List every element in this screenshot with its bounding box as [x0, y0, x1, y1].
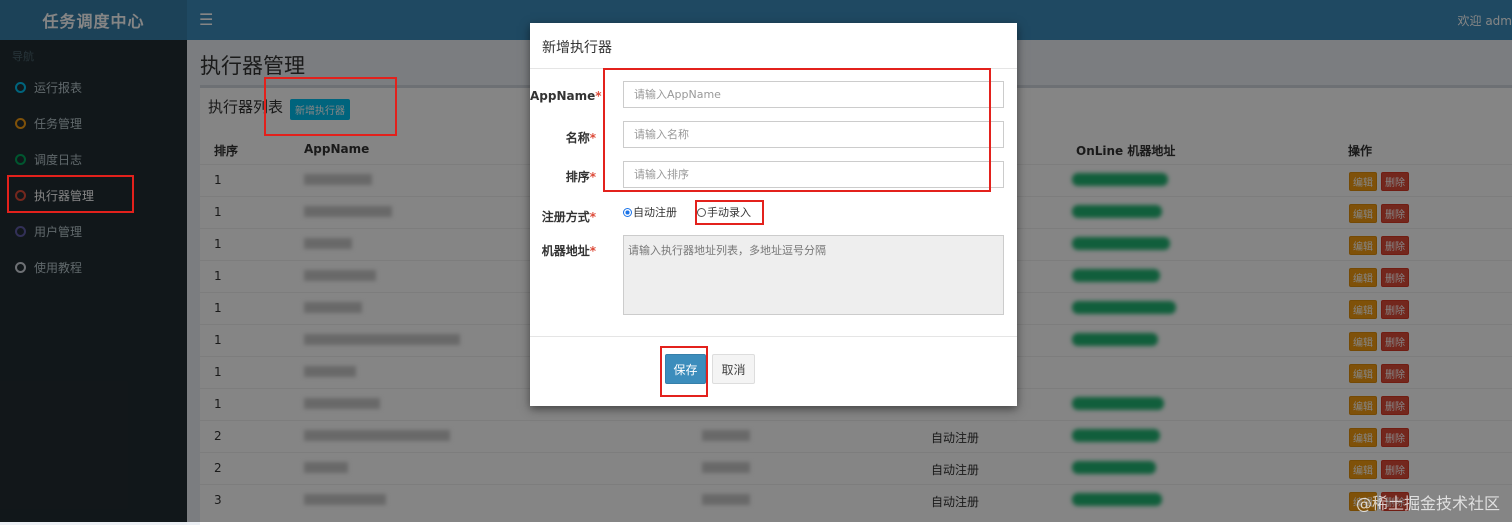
radio-checked-icon[interactable] — [623, 207, 632, 217]
modal-header: 新增执行器 — [530, 23, 1017, 69]
address-label: 机器地址* — [541, 244, 596, 258]
appname-label: AppName* — [530, 89, 602, 103]
cancel-button[interactable]: 取消 — [712, 354, 755, 384]
modal-title: 新增执行器 — [542, 40, 612, 56]
highlight-input-fields — [603, 68, 991, 192]
reg-type-label: 注册方式* — [541, 210, 596, 224]
highlight-add-button — [264, 77, 397, 136]
modal-footer — [530, 336, 1017, 337]
name-label: 名称* — [565, 131, 596, 145]
highlight-manual-radio — [695, 200, 764, 225]
highlight-save-button — [660, 346, 708, 397]
order-label: 排序* — [565, 170, 596, 184]
radio-auto-register[interactable]: 自动注册 — [623, 204, 677, 220]
watermark: @稀土掘金技术社区 — [1355, 494, 1500, 513]
highlight-executor-menu — [7, 175, 134, 213]
address-textarea[interactable] — [623, 235, 1004, 315]
